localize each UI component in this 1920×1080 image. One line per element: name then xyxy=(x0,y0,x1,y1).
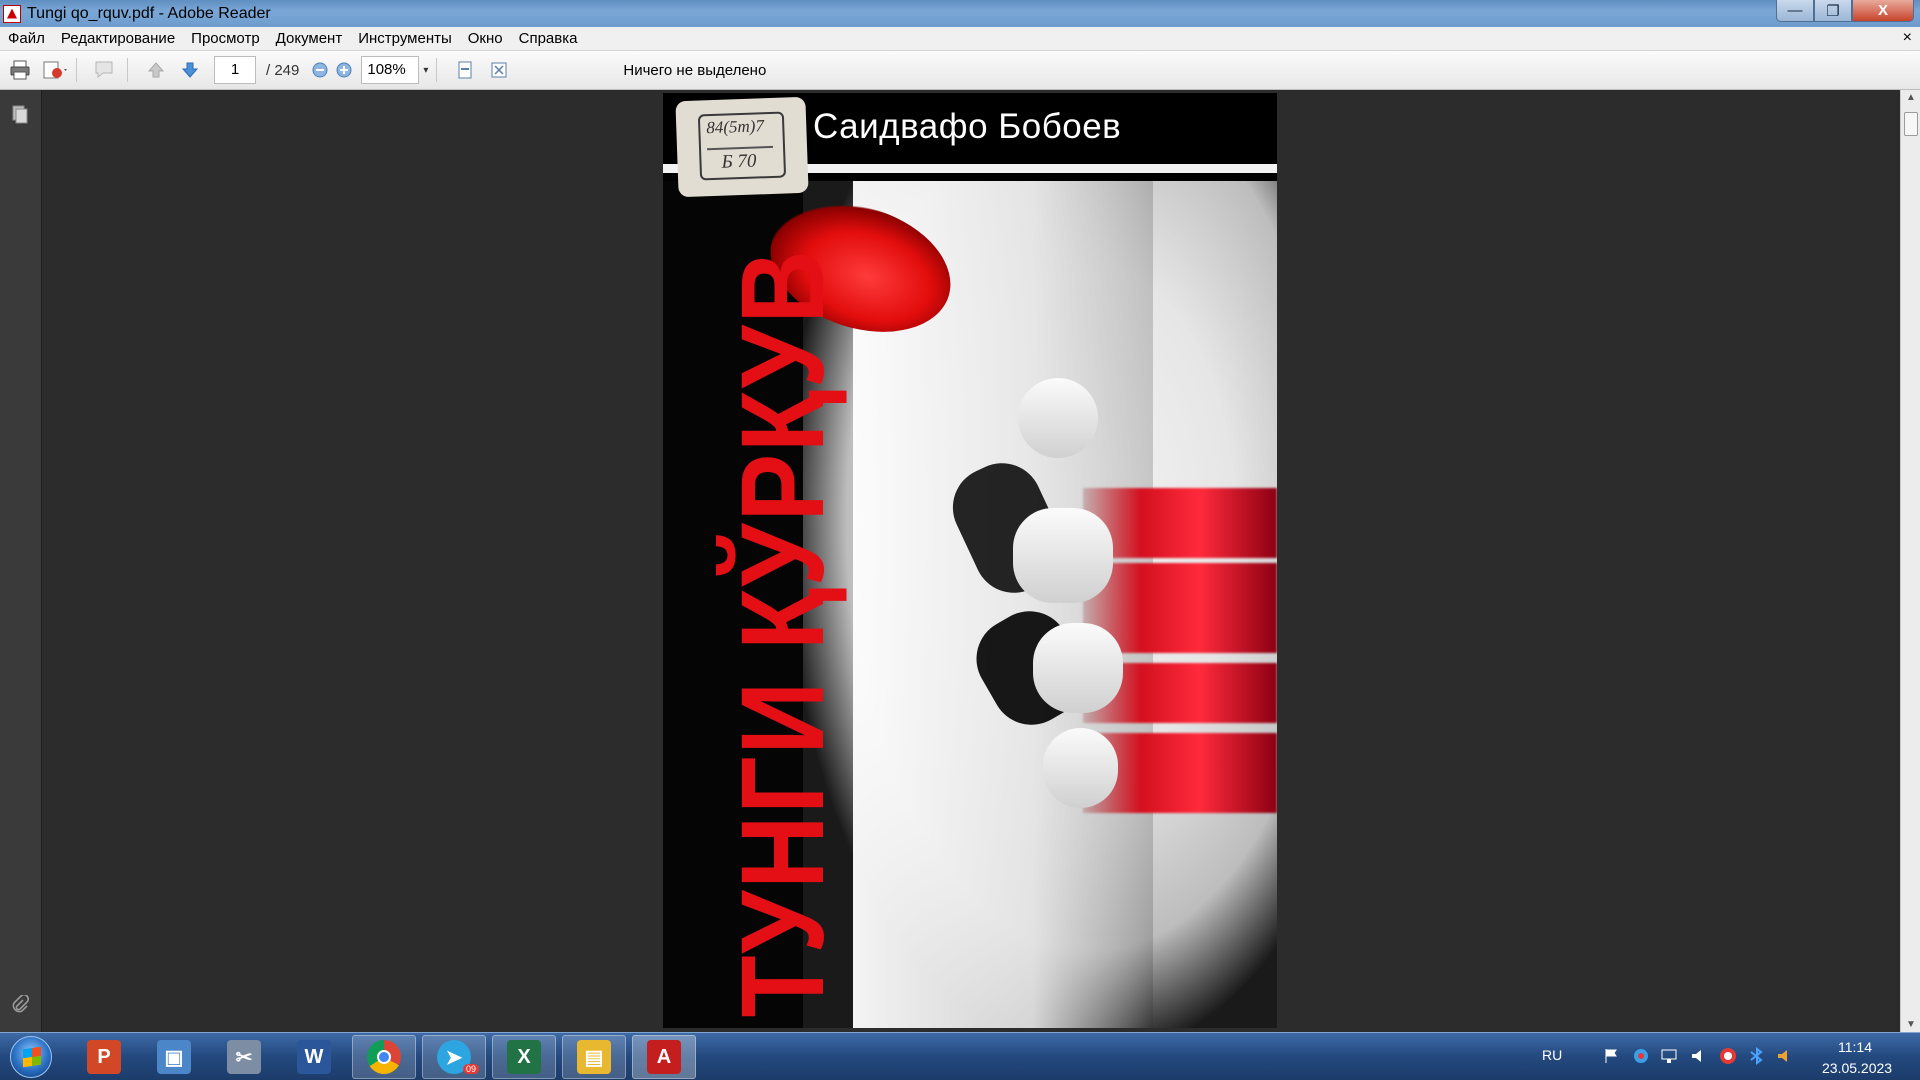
taskbar-chrome[interactable] xyxy=(352,1035,416,1079)
menu-tools[interactable]: Инструменты xyxy=(350,30,460,47)
scissors-icon: ✂ xyxy=(227,1040,261,1074)
window-title-bar: Tungi qo_rquv.pdf - Adobe Reader — ❐ X xyxy=(0,0,1920,27)
fit-page-button[interactable] xyxy=(451,56,479,84)
menu-edit[interactable]: Редактирование xyxy=(53,30,183,47)
restore-button[interactable]: ❐ xyxy=(1814,0,1852,22)
taskbar-adobe-reader[interactable]: A xyxy=(632,1035,696,1079)
pages-panel-button[interactable] xyxy=(10,104,30,126)
excel-icon: X xyxy=(507,1040,541,1074)
folder-icon: ▤ xyxy=(577,1040,611,1074)
window-controls: — ❐ X xyxy=(1776,0,1914,22)
adobe-reader-icon xyxy=(3,4,21,23)
zoom-dropdown-icon[interactable]: ▾ xyxy=(423,65,428,76)
scroll-up-icon[interactable]: ▲ xyxy=(1906,92,1916,103)
pdf-page: 84(5т)7 Б 70 Саидвафо Бобоев ТУНГИ ҚЎРҚУ… xyxy=(663,93,1277,1028)
close-button[interactable]: X xyxy=(1852,0,1914,22)
fit-page-icon xyxy=(458,61,472,79)
book-author: Саидвафо Бобоев xyxy=(813,107,1122,146)
speaker-muted-icon[interactable] xyxy=(1776,1047,1794,1065)
taskbar-telegram[interactable]: ➤ 09 xyxy=(422,1035,486,1079)
scroll-down-icon[interactable]: ▼ xyxy=(1906,1019,1916,1030)
network-icon[interactable] xyxy=(1660,1047,1678,1065)
zoom-out-button[interactable] xyxy=(309,56,331,84)
telegram-badge: 09 xyxy=(462,1064,479,1074)
comment-button[interactable] xyxy=(91,56,119,84)
taskbar-computer[interactable]: ▣ xyxy=(142,1035,206,1079)
action-center-flag-icon[interactable] xyxy=(1603,1047,1621,1065)
window-title: Tungi qo_rquv.pdf - Adobe Reader xyxy=(27,4,271,22)
selection-status: Ничего не выделено xyxy=(623,61,767,79)
stamp-code: 84(5т)7 xyxy=(705,116,765,138)
adobe-reader-icon: A xyxy=(647,1040,681,1074)
taskbar-explorer[interactable]: ▤ xyxy=(562,1035,626,1079)
full-screen-button[interactable] xyxy=(485,56,513,84)
menu-document[interactable]: Документ xyxy=(268,30,351,47)
full-screen-icon xyxy=(491,62,507,78)
navigation-panel xyxy=(0,90,42,1032)
toolbar-separator xyxy=(127,58,128,82)
windows-logo-icon xyxy=(23,1046,41,1068)
zoom-in-icon xyxy=(336,62,352,78)
chrome-icon xyxy=(367,1040,401,1074)
next-page-button[interactable] xyxy=(176,56,204,84)
library-stamp: 84(5т)7 Б 70 xyxy=(675,96,809,198)
computer-icon: ▣ xyxy=(157,1040,191,1074)
start-button[interactable] xyxy=(10,1036,52,1078)
arrow-down-icon xyxy=(181,62,199,78)
paperclip-icon xyxy=(12,995,29,1013)
menu-help[interactable]: Справка xyxy=(511,30,586,47)
comment-icon xyxy=(95,61,113,79)
book-title: ТУНГИ ҚЎРҚУВ xyxy=(717,248,849,1018)
printer-icon xyxy=(10,60,30,80)
print-button[interactable] xyxy=(6,56,34,84)
arrow-up-icon xyxy=(147,62,165,78)
zoom-out-icon xyxy=(312,62,328,78)
pages-icon xyxy=(12,105,28,124)
close-document-button[interactable]: × xyxy=(1903,29,1912,47)
powerpoint-icon: P xyxy=(87,1040,121,1074)
cover-finger xyxy=(1018,378,1098,458)
cover-finger xyxy=(1033,623,1123,713)
minimize-button[interactable]: — xyxy=(1776,0,1814,22)
clock-time[interactable]: 11:14 xyxy=(1838,1039,1872,1055)
document-share-icon xyxy=(43,61,67,79)
toolbar: 1 / 249 108% ▾ Ничего не выделено xyxy=(0,51,1920,90)
attachments-panel-button[interactable] xyxy=(10,994,30,1016)
taskbar-word[interactable]: W xyxy=(282,1035,346,1079)
toolbar-separator xyxy=(436,58,438,82)
volume-icon[interactable] xyxy=(1690,1047,1708,1065)
previous-page-button[interactable] xyxy=(142,56,170,84)
page-number-input[interactable]: 1 xyxy=(214,56,256,84)
scrollbar-thumb[interactable] xyxy=(1904,112,1918,136)
cover-finger xyxy=(1013,508,1113,603)
taskbar-snipping-tool[interactable]: ✂ xyxy=(212,1035,276,1079)
menu-bar: Файл Редактирование Просмотр Документ Ин… xyxy=(0,27,1920,51)
zoom-level-input[interactable]: 108% xyxy=(361,56,420,84)
network-shield-icon[interactable] xyxy=(1632,1047,1650,1065)
vertical-scrollbar[interactable]: ▲ ▼ xyxy=(1900,90,1920,1032)
page-total: / 249 xyxy=(266,61,300,79)
bluetooth-icon[interactable] xyxy=(1748,1047,1766,1065)
stamp-code-2: Б 70 xyxy=(721,150,757,173)
clock-date[interactable]: 23.05.2023 xyxy=(1822,1060,1892,1076)
antivirus-icon[interactable] xyxy=(1719,1047,1737,1065)
toolbar-separator xyxy=(76,58,77,82)
share-button[interactable] xyxy=(40,56,68,84)
taskbar-excel[interactable]: X xyxy=(492,1035,556,1079)
word-icon: W xyxy=(297,1040,331,1074)
zoom-in-button[interactable] xyxy=(333,56,355,84)
taskbar-powerpoint[interactable]: P xyxy=(72,1035,136,1079)
language-indicator[interactable]: RU xyxy=(1542,1047,1562,1063)
menu-window[interactable]: Окно xyxy=(460,30,511,47)
menu-view[interactable]: Просмотр xyxy=(183,30,268,47)
cover-finger xyxy=(1043,728,1118,808)
menu-file[interactable]: Файл xyxy=(0,30,53,47)
taskbar: P ▣ ✂ W ➤ 09 X ▤ A RU 11:14 23.05.2023 xyxy=(0,1032,1920,1080)
